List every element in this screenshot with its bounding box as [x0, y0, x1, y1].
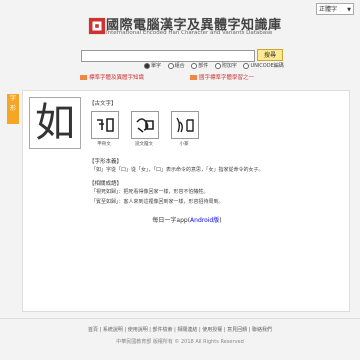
glyph-label-zhouwen: 說文籀文	[135, 142, 153, 147]
side-tab[interactable]: 字 形	[7, 94, 19, 124]
language-select-value: 正體字	[319, 6, 338, 13]
main-character: 如	[29, 97, 81, 149]
daily-char-app: 每日一字app(Android版)	[152, 217, 222, 224]
copyright: 中華民國教育部 版權所有 © 2018 All Rights Reserved	[116, 339, 244, 345]
zhouwen-glyph-icon	[131, 111, 159, 139]
search-input[interactable]	[81, 50, 255, 62]
option-compound[interactable]: 組合	[167, 62, 185, 69]
side-tab-label: 字 形	[9, 95, 16, 112]
meaning-text: 「如」字從「口」從「女」，「口」表示命令的意思，「女」指家從命令的女子。	[91, 167, 264, 173]
usage-line: 「賓至如歸」：客人來到這裡像回到家一樣，形容招待周到。	[91, 199, 224, 205]
flag-icon	[80, 75, 87, 80]
promo-link-left[interactable]: 標準字體及異體字知識	[80, 73, 144, 81]
oracle-glyph-icon	[91, 111, 119, 139]
footer-links[interactable]: 首頁 | 系統說明 | 使用說明 | 部件檢索 | 相關連結 | 使用授權 | …	[0, 326, 360, 333]
search-options: 單字 組合 部件 附加字 UNICODE編碼	[144, 62, 289, 69]
footer-divider	[0, 318, 360, 319]
app-text: 每日一字app	[152, 217, 188, 224]
promo-link-right[interactable]: 國字標準字體學習之一	[190, 73, 254, 81]
android-link[interactable]: Android版	[190, 217, 219, 224]
chevron-down-icon: ▼	[347, 7, 351, 13]
radio-icon	[144, 62, 150, 69]
ancient-heading: 【古文字】	[89, 101, 117, 107]
usage-line: 「視死如歸」：把死看得像回家一樣，形容不怕犧牲。	[91, 189, 209, 195]
option-single-char[interactable]: 單字	[144, 62, 161, 69]
glyph-label-oracle: 甲骨文	[97, 142, 111, 147]
site-subtitle: International Encoded Han Character and …	[106, 30, 273, 36]
glyph-label-seal: 小篆	[179, 142, 189, 147]
radio-icon	[243, 62, 250, 69]
site-logo-icon	[88, 17, 106, 35]
flag-icon	[190, 75, 197, 80]
radio-icon	[214, 62, 221, 69]
meaning-heading: 【字形本義】	[89, 159, 123, 165]
seal-glyph-icon	[171, 111, 199, 139]
option-unicode[interactable]: UNICODE編碼	[243, 62, 284, 69]
usage-heading: 【相關成語】	[89, 181, 123, 187]
radio-icon	[191, 62, 198, 69]
option-component[interactable]: 部件	[191, 62, 208, 69]
language-select[interactable]: 正體字 ▼	[316, 3, 354, 15]
radio-icon	[167, 62, 174, 69]
search-button[interactable]: 搜尋	[257, 49, 283, 61]
character-panel: 如 【古文字】 甲骨文 說文籀文 小篆 【字形本義】 「如」字從「口」從「女」，…	[22, 90, 350, 312]
option-extra-char[interactable]: 附加字	[214, 62, 237, 69]
